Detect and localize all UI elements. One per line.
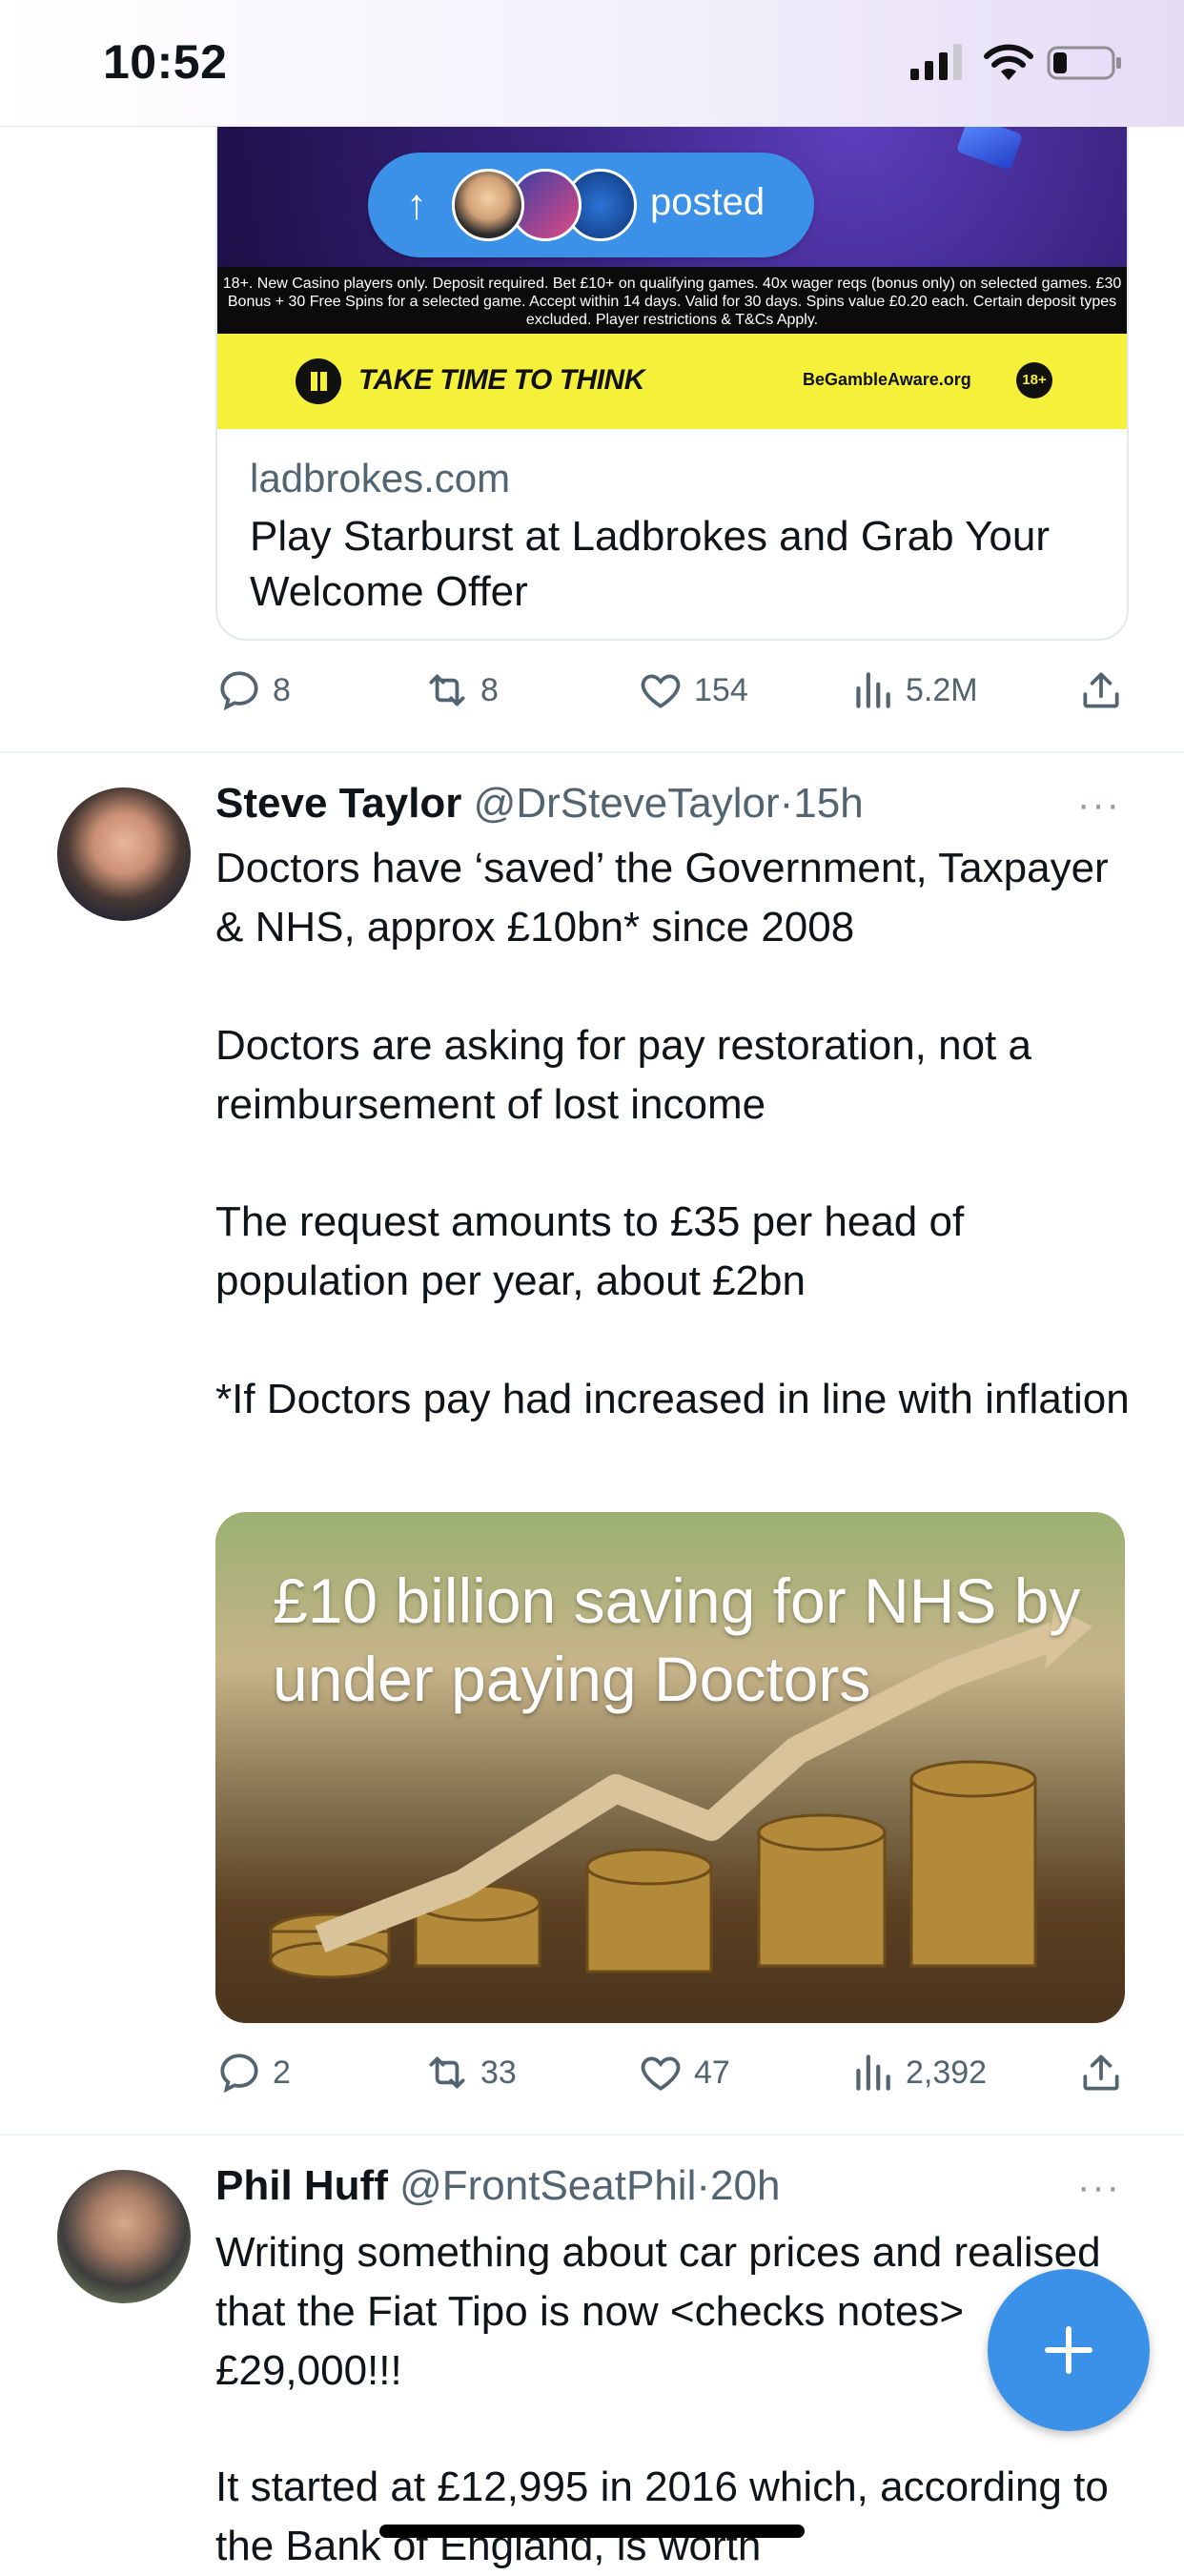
separator-dot: · [779, 780, 794, 827]
views-count: 2,392 [906, 2054, 988, 2091]
tweet-text-paragraph: Doctors have ‘saved’ the Government, Tax… [215, 845, 1109, 951]
tweet-text-paragraph: It started at £12,995 in 2016 which, acc… [215, 2464, 1109, 2569]
separator-dot: · [696, 2162, 710, 2209]
new-posts-pill[interactable]: ↑ posted [368, 153, 814, 257]
repost-icon [429, 674, 465, 706]
views-icon [856, 2055, 890, 2091]
tweet-text-paragraph: *If Doctors pay had increased in line wi… [215, 1376, 1130, 1422]
share-button[interactable] [1077, 2044, 1125, 2101]
avatar[interactable] [57, 2170, 191, 2303]
like-count: 47 [694, 2054, 730, 2091]
take-time-text: TAKE TIME TO THINK [358, 364, 644, 396]
promoted-link-card[interactable]: 18+. New Casino players only. Deposit re… [215, 57, 1129, 641]
share-button[interactable] [1077, 662, 1125, 719]
like-button[interactable]: 47 [637, 2044, 730, 2101]
repost-button[interactable]: 8 [423, 662, 499, 719]
reply-count: 2 [273, 2054, 291, 2091]
author-name[interactable]: Phil Huff [215, 2162, 388, 2209]
share-icon [1083, 2055, 1119, 2091]
heart-icon [641, 2056, 681, 2091]
tweet-actions: 8 8 154 5.2M [215, 662, 1125, 719]
link-domain: ladbrokes.com [250, 456, 511, 501]
tweet-time[interactable]: 15h [793, 780, 863, 827]
image-caption: £10 billion saving for NHS by under payi… [273, 1565, 1081, 1714]
heart-icon [641, 674, 681, 708]
author-handle[interactable]: @DrSteveTaylor [474, 780, 780, 827]
arrow-up-icon: ↑ [406, 181, 427, 228]
tweet-header: Phil Huff @FrontSeatPhil·20h [215, 2162, 780, 2210]
home-indicator[interactable] [379, 2525, 805, 2538]
views-icon [856, 672, 890, 708]
gambling-warning-strip: TAKE TIME TO THINK BeGambleAware.org 18+ [217, 334, 1127, 429]
status-bar: 10:52 [0, 0, 1184, 127]
reply-icon [220, 2054, 258, 2094]
like-count: 154 [694, 671, 748, 708]
tweet-time[interactable]: 20h [710, 2162, 780, 2209]
compose-button[interactable] [988, 2269, 1150, 2431]
tweet-image[interactable]: £10 billion saving for NHS by under payi… [215, 1512, 1125, 2023]
views-button[interactable]: 5.2M [848, 662, 978, 719]
ad-terms-text: 18+. New Casino players only. Deposit re… [217, 267, 1127, 334]
link-title: Play Starburst at Ladbrokes and Grab You… [250, 513, 1050, 615]
status-time: 10:52 [103, 35, 228, 89]
posted-label: posted [650, 181, 766, 223]
views-button[interactable]: 2,392 [848, 2044, 987, 2101]
repost-count: 33 [480, 2054, 517, 2091]
wifi-icon [984, 44, 1033, 80]
reply-count: 8 [273, 671, 291, 708]
tweet-actions: 2 33 47 2,392 [215, 2044, 1125, 2101]
reply-button[interactable]: 8 [215, 662, 291, 719]
begambleaware-logo: BeGambleAware.org [803, 370, 971, 389]
repost-count: 8 [480, 671, 499, 708]
cellular-signal-icon [910, 44, 962, 80]
repost-button[interactable]: 33 [423, 2044, 517, 2101]
repost-icon [429, 2056, 465, 2089]
like-button[interactable]: 154 [637, 662, 748, 719]
author-handle[interactable]: @FrontSeatPhil [399, 2162, 696, 2209]
tweet-text-paragraph: The request amounts to £35 per head of p… [215, 1198, 965, 1304]
divider [0, 751, 1184, 753]
tweet-text-paragraph: Doctors are asking for pay restoration, … [215, 1022, 1031, 1128]
author-name[interactable]: Steve Taylor [215, 780, 461, 827]
share-icon [1083, 672, 1119, 708]
tweet-header: Steve Taylor @DrSteveTaylor·15h [215, 780, 864, 828]
more-options-icon[interactable]: ··· [1077, 784, 1121, 827]
battery-icon [1047, 46, 1121, 80]
age-badge: 18+ [1016, 362, 1052, 399]
reply-icon [220, 671, 258, 711]
avatar[interactable] [57, 787, 191, 921]
more-options-icon[interactable]: ··· [1077, 2166, 1121, 2209]
views-count: 5.2M [906, 671, 978, 708]
reply-button[interactable]: 2 [215, 2044, 291, 2101]
divider [0, 2134, 1184, 2136]
pause-icon [296, 358, 341, 404]
avatar [452, 169, 524, 241]
